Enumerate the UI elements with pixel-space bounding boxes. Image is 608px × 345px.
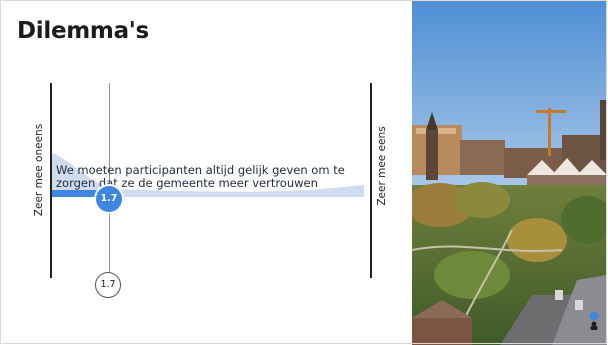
slide-frame — [0, 0, 607, 344]
